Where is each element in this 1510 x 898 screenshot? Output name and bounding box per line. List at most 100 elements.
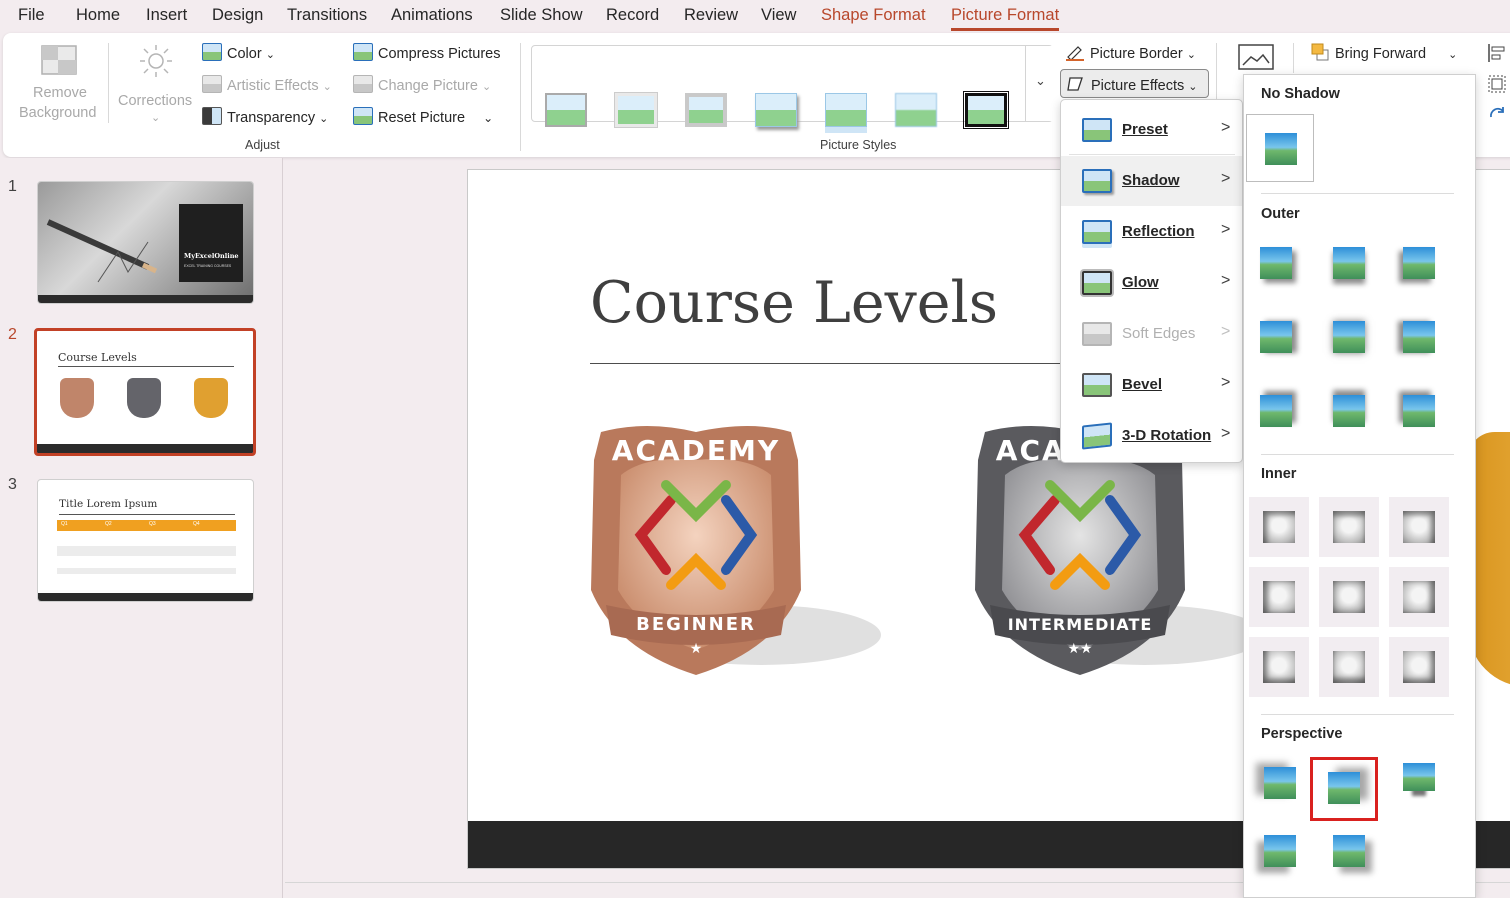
remove-background-icon (41, 45, 77, 75)
shadow-perspective-upper-right[interactable] (1310, 757, 1378, 821)
picture-border-button[interactable]: Picture Border ⌄ (1065, 43, 1196, 62)
slide-title[interactable]: Course Levels (590, 270, 998, 336)
artistic-effects-button[interactable]: Artistic Effects ⌄ (202, 75, 332, 94)
picture-style-thick-matte[interactable] (681, 89, 731, 133)
menu-item-3d-rotation[interactable]: 3-D Rotation > (1061, 411, 1242, 461)
shadow-inner-top-right[interactable] (1389, 497, 1449, 557)
reset-picture-button[interactable]: Reset Picture ⌄ (353, 107, 493, 126)
group-icon[interactable] (1487, 74, 1507, 94)
shadow-icon (1082, 169, 1112, 193)
separator (108, 43, 109, 123)
picture-style-simple-frame[interactable] (541, 89, 591, 133)
shadow-outer-offset-right[interactable] (1246, 307, 1306, 367)
thumb-badge-silver (127, 378, 161, 418)
slide-thumbnail-1[interactable]: MyExcelOnline EXCEL TRAINING COURSES (37, 181, 254, 304)
shadow-outer-offset-bottom[interactable] (1319, 233, 1379, 293)
picture-style-soft-edge-rect[interactable] (891, 89, 941, 133)
soft-edges-icon (1082, 322, 1112, 346)
menu-item-soft-edges[interactable]: Soft Edges > (1061, 309, 1242, 359)
tab-record[interactable]: Record (606, 6, 659, 25)
reflection-icon (1082, 220, 1112, 244)
shadow-inner-bottom-left[interactable] (1249, 637, 1309, 697)
tab-view[interactable]: View (761, 6, 796, 25)
section-heading-no-shadow: No Shadow (1261, 86, 1340, 102)
shadow-perspective-lower-right[interactable] (1319, 821, 1379, 881)
tab-picture-format[interactable]: Picture Format (951, 6, 1060, 31)
pencil-photo: MyExcelOnline EXCEL TRAINING COURSES (38, 182, 253, 297)
menu-item-glow[interactable]: Glow > (1061, 258, 1242, 308)
menu-item-reflection[interactable]: Reflection > (1061, 207, 1242, 257)
bring-forward-button[interactable]: Bring Forward ⌄ (1310, 43, 1457, 62)
badge-top-text: ACADEMY (612, 434, 780, 467)
picture-style-black-frame[interactable] (961, 89, 1011, 133)
tab-design[interactable]: Design (212, 6, 263, 25)
tab-shape-format[interactable]: Shape Format (821, 6, 926, 25)
shadow-outer-offset-center[interactable] (1319, 307, 1379, 367)
tab-file[interactable]: File (18, 6, 45, 25)
transparency-button[interactable]: Transparency ⌄ (202, 107, 328, 126)
shadow-inner-top[interactable] (1319, 497, 1379, 557)
menu-item-shadow[interactable]: Shadow > (1061, 156, 1242, 206)
shadow-outer-offset-bottom-left[interactable] (1389, 233, 1449, 293)
remove-background-button[interactable]: Remove Background (17, 41, 103, 129)
slide-number: 2 (8, 326, 17, 343)
picture-effects-icon (1067, 77, 1083, 91)
slide-thumbnail-3[interactable]: Title Lorem Ipsum Q1 Q2 Q3 Q4 (37, 479, 254, 602)
transparency-icon (202, 107, 222, 125)
compress-pictures-button[interactable]: Compress Pictures (353, 43, 500, 62)
menu-item-label: 3-D Rotation (1122, 427, 1212, 444)
shadow-outer-offset-top[interactable] (1319, 381, 1379, 441)
change-picture-icon (353, 75, 373, 93)
shadow-inner-right[interactable] (1389, 567, 1449, 627)
picture-style-drop-shadow[interactable] (751, 89, 801, 133)
menu-item-bevel[interactable]: Bevel > (1061, 360, 1242, 410)
tab-home[interactable]: Home (76, 6, 120, 25)
chevron-right-icon: > (1221, 374, 1231, 391)
compress-pictures-label: Compress Pictures (378, 46, 501, 62)
rotate-icon[interactable] (1487, 105, 1507, 125)
section-divider (1261, 714, 1454, 715)
shadow-outer-offset-top-right[interactable] (1246, 381, 1306, 441)
tab-insert[interactable]: Insert (146, 6, 187, 25)
shadow-perspective-upper-left[interactable] (1250, 753, 1310, 813)
corrections-button[interactable]: Corrections ⌄ (115, 41, 199, 131)
alt-text-icon[interactable] (1237, 43, 1275, 73)
shadow-option-none[interactable] (1246, 114, 1314, 182)
align-icon[interactable] (1487, 43, 1507, 63)
gallery-more-button[interactable]: ⌄ (1025, 46, 1053, 121)
chevron-down-icon[interactable]: ⌄ (483, 111, 493, 125)
shadow-inner-bottom[interactable] (1319, 637, 1379, 697)
remove-background-label-2: Background (19, 105, 97, 121)
shadow-inner-top-left[interactable] (1249, 497, 1309, 557)
section-divider (1261, 454, 1454, 455)
color-button[interactable]: Color ⌄ (202, 43, 275, 62)
thumb1-title: MyExcelOnline (184, 252, 239, 260)
picture-effects-button[interactable]: Picture Effects ⌄ (1060, 69, 1209, 98)
picture-border-label: Picture Border (1090, 46, 1183, 62)
shadow-perspective-below[interactable] (1389, 753, 1449, 813)
shadow-outer-offset-top-left[interactable] (1389, 381, 1449, 441)
tab-slide-show[interactable]: Slide Show (500, 6, 583, 25)
picture-style-soft-edge[interactable] (611, 89, 661, 133)
thumb-footer (37, 444, 253, 453)
menu-item-preset[interactable]: Preset > (1061, 105, 1242, 155)
slide-thumbnail-2[interactable]: Course Levels (34, 328, 256, 456)
change-picture-button[interactable]: Change Picture ⌄ (353, 75, 491, 94)
thumb3-rule (59, 514, 235, 515)
shadow-inner-bottom-right[interactable] (1389, 637, 1449, 697)
shadow-inner-left[interactable] (1249, 567, 1309, 627)
chevron-down-icon: ⌄ (265, 49, 275, 61)
tab-animations[interactable]: Animations (391, 6, 473, 25)
shadow-perspective-lower-left[interactable] (1250, 821, 1310, 881)
menu-item-label: Preset (1122, 121, 1168, 138)
shadow-inner-center[interactable] (1319, 567, 1379, 627)
tab-review[interactable]: Review (684, 6, 738, 25)
tab-transitions[interactable]: Transitions (287, 6, 367, 25)
shadow-outer-offset-bottom-right[interactable] (1246, 233, 1306, 293)
shadow-outer-offset-left[interactable] (1389, 307, 1449, 367)
beginner-badge-image[interactable]: ACADEMY BEGINNER ★ (586, 420, 886, 690)
chevron-right-icon: > (1221, 323, 1231, 340)
bevel-icon (1082, 373, 1112, 397)
picture-style-reflected[interactable] (821, 89, 871, 133)
chevron-down-icon[interactable]: ⌄ (1448, 49, 1457, 61)
